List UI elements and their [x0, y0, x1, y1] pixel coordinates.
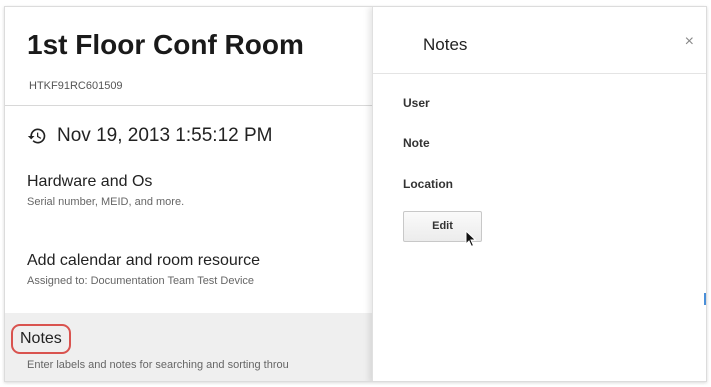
hardware-os-section[interactable]: Hardware and Os Serial number, MEID, and…	[27, 173, 184, 208]
notes-subtitle: Enter labels and notes for searching and…	[27, 359, 289, 371]
hardware-os-subtitle: Serial number, MEID, and more.	[27, 196, 185, 208]
calendar-resource-label: Add calendar and room resource	[27, 252, 261, 269]
note-field-label: Note	[403, 136, 430, 150]
header-divider	[5, 105, 372, 106]
device-title: 1st Floor Conf Room	[27, 29, 304, 60]
calendar-resource-section[interactable]: Add calendar and room resource Assigned …	[27, 252, 260, 287]
device-serial-id: HTKF91RC601509	[29, 80, 123, 92]
close-icon[interactable]: ×	[685, 33, 694, 51]
calendar-resource-subtitle: Assigned to: Documentation Team Test Dev…	[27, 275, 255, 287]
last-sync-row: Nov 19, 2013 1:55:12 PM	[27, 125, 272, 147]
mouse-cursor-icon	[465, 230, 477, 248]
history-icon	[27, 128, 46, 144]
device-details-pane: 1st Floor Conf Room HTKF91RC601509 Nov 1…	[5, 7, 372, 381]
last-sync-timestamp: Nov 19, 2013 1:55:12 PM	[57, 125, 273, 146]
panel-header-divider	[373, 73, 706, 74]
notes-panel: Notes × User Note Location Edit	[372, 7, 706, 381]
location-field-label: Location	[403, 177, 453, 191]
device-details-card: 1st Floor Conf Room HTKF91RC601509 Nov 1…	[4, 6, 707, 382]
notes-section[interactable]: Notes Enter labels and notes for searchi…	[5, 313, 372, 381]
scroll-indicator[interactable]	[704, 293, 706, 305]
notes-panel-title: Notes	[423, 35, 468, 54]
hardware-os-label: Hardware and Os	[27, 173, 153, 190]
user-field-label: User	[403, 96, 430, 110]
screenshot-frame: 1st Floor Conf Room HTKF91RC601509 Nov 1…	[0, 0, 711, 387]
notes-label: Notes	[11, 324, 71, 354]
